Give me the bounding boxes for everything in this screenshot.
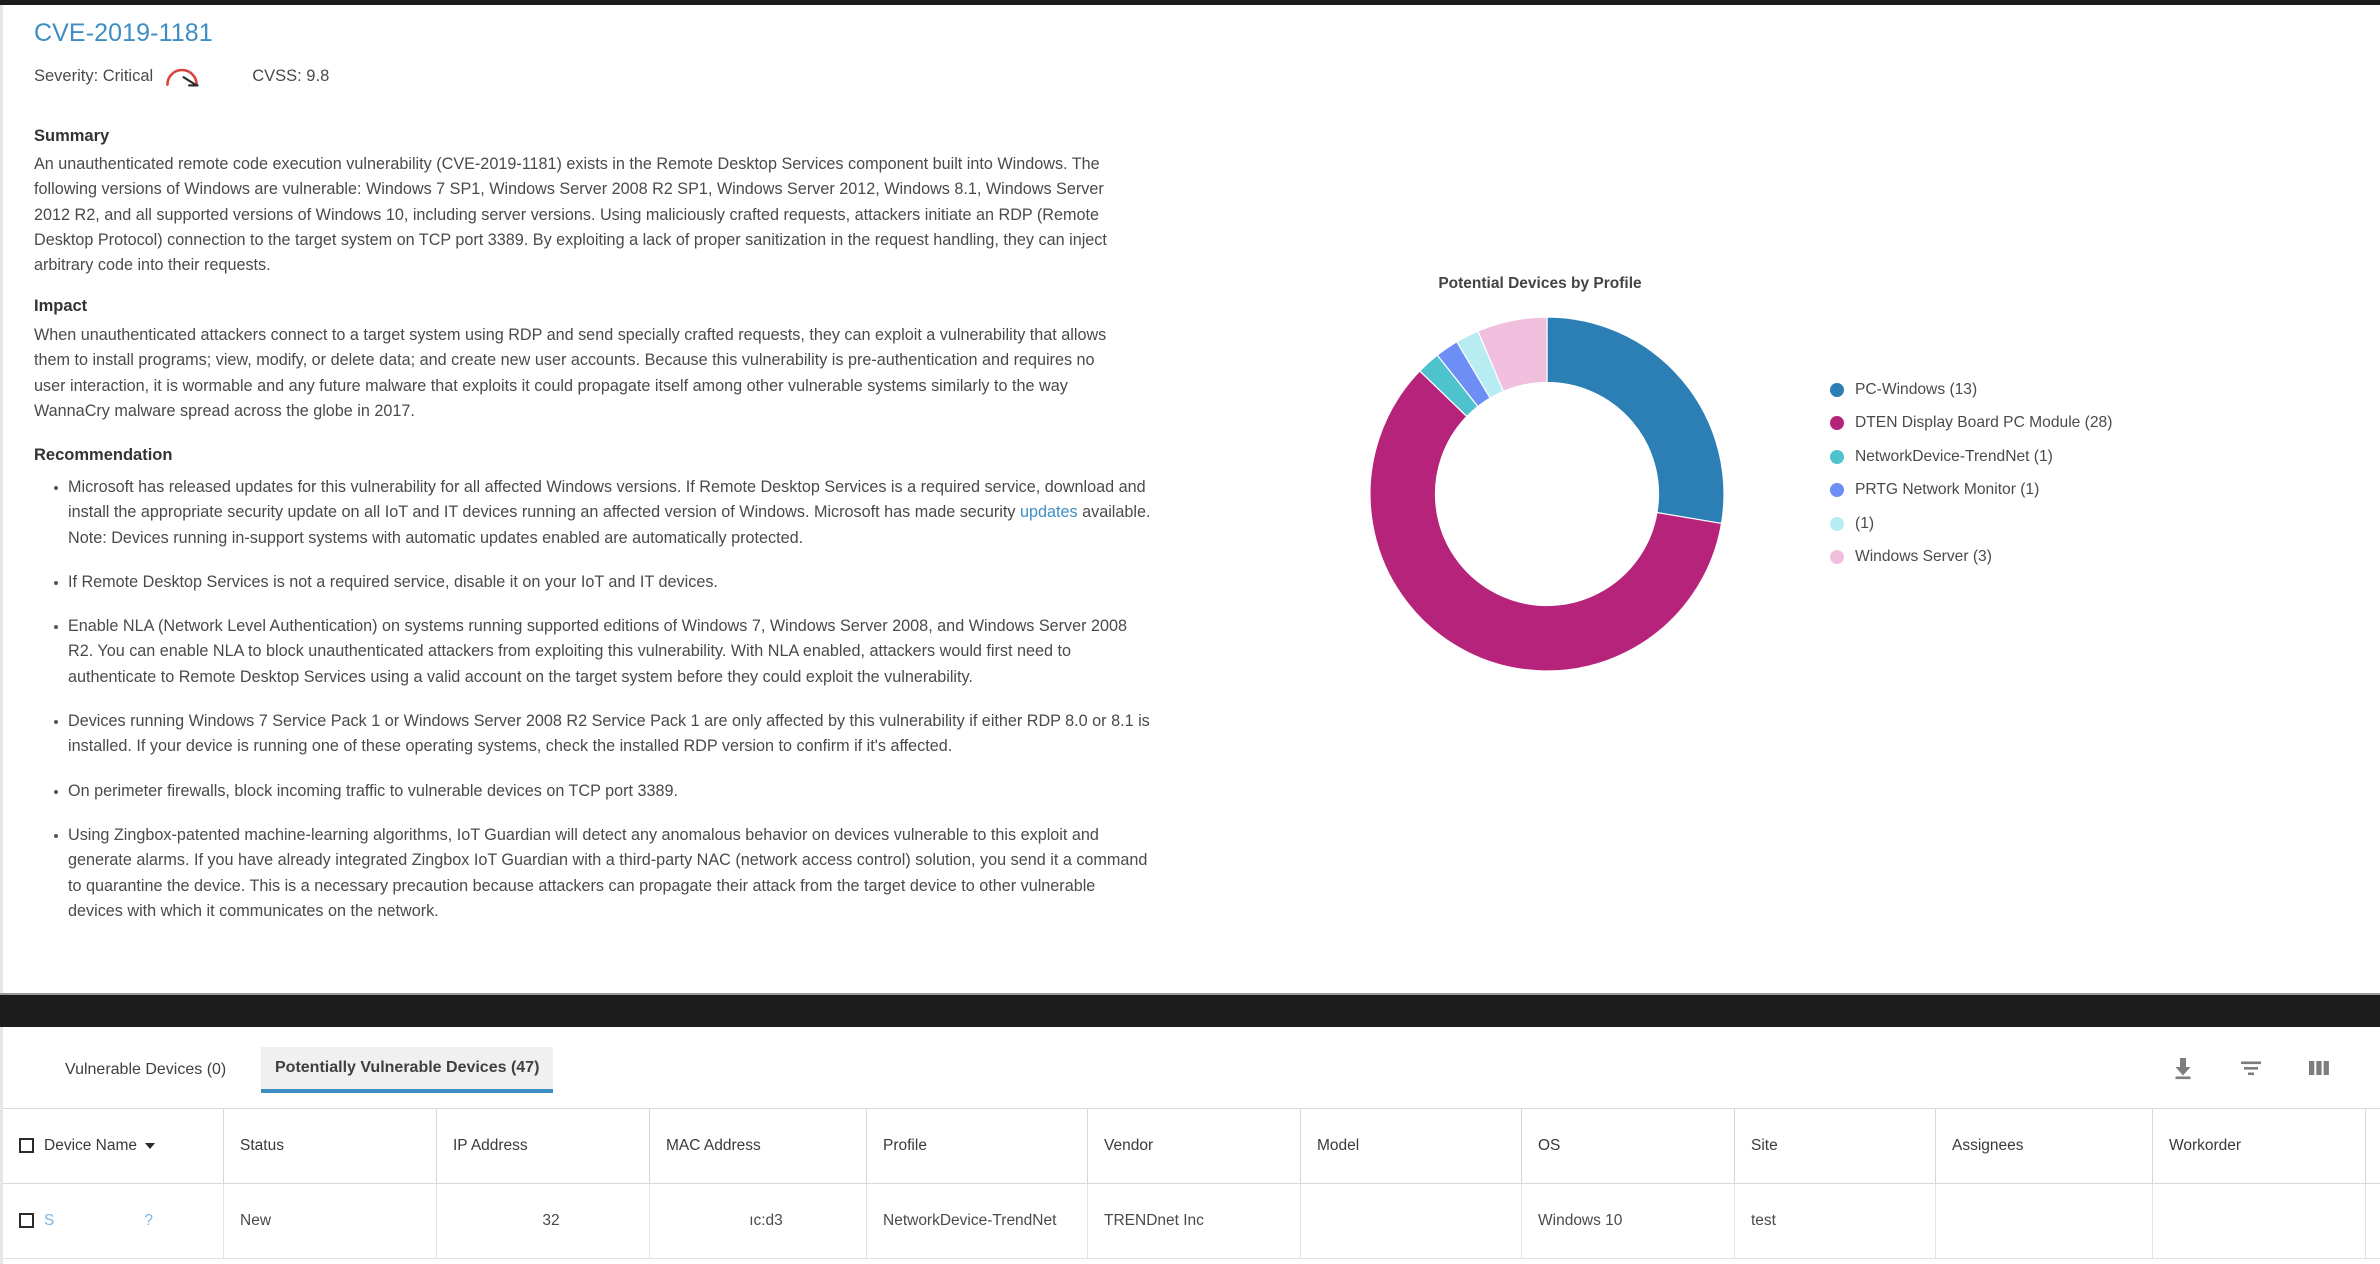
column-label: Device Name	[44, 1137, 138, 1154]
recommendation-list: Microsoft has released updates for this …	[34, 475, 1151, 943]
cell-last-activity: May 20, 2020, 10:09	[2365, 1183, 2380, 1259]
tab-vulnerable-devices[interactable]: Vulnerable Devices (0)	[51, 1047, 240, 1093]
column-header-status[interactable]: Status	[223, 1108, 437, 1184]
legend-swatch-icon	[1830, 416, 1844, 431]
recommendation-item: Devices running Windows 7 Service Pack 1…	[54, 709, 1151, 760]
cell-status: New	[223, 1183, 437, 1259]
legend-label: DTEN Display Board PC Module (28)	[1855, 414, 2113, 432]
cell-mac-address: ıc:d3	[649, 1183, 867, 1259]
cvss-label: CVSS: 9.8	[252, 66, 330, 85]
select-all-checkbox[interactable]	[19, 1138, 34, 1154]
column-header-workorder[interactable]: Workorder	[2152, 1108, 2366, 1184]
column-header-last-activity[interactable]: Last Activity	[2365, 1108, 2380, 1184]
recommendation-item: On perimeter firewalls, block incoming t…	[54, 779, 1151, 804]
recommendation-text: If Remote Desktop Services is not a requ…	[68, 572, 718, 591]
legend-swatch-icon	[1830, 382, 1844, 397]
table-row[interactable]: S? New 32 ıc:d3 NetworkDevice-TrendNet T…	[3, 1183, 2380, 1259]
severity-gauge-icon	[164, 65, 200, 87]
cell-profile: NetworkDevice-TrendNet	[866, 1183, 1088, 1259]
recommendation-text: Using Zingbox-patented machine-learning …	[68, 825, 1148, 920]
columns-icon[interactable]	[2306, 1055, 2332, 1081]
recommendation-text: Enable NLA (Network Level Authentication…	[68, 617, 1128, 686]
legend-item[interactable]: PC-Windows (13)	[1830, 373, 2112, 407]
device-name-link[interactable]: S	[44, 1212, 54, 1229]
column-header-model[interactable]: Model	[1300, 1108, 1522, 1184]
column-header-device-name[interactable]: Device Name	[3, 1108, 224, 1184]
legend-swatch-icon	[1830, 483, 1844, 498]
recommendation-item: Microsoft has released updates for this …	[54, 475, 1151, 551]
impact-heading: Impact	[34, 297, 88, 315]
cell-assignees	[1935, 1183, 2153, 1259]
row-checkbox[interactable]	[19, 1213, 34, 1229]
legend-item[interactable]: DTEN Display Board PC Module (28)	[1830, 407, 2112, 441]
tab-potentially-vulnerable-devices[interactable]: Potentially Vulnerable Devices (47)	[261, 1047, 554, 1093]
table-toolbar	[2170, 1055, 2332, 1081]
cell-ip-address: 32	[436, 1183, 650, 1259]
recommendation-text: On perimeter firewalls, block incoming t…	[68, 781, 679, 800]
device-name-link-suffix: ?	[144, 1212, 153, 1229]
legend-item[interactable]: NetworkDevice-TrendNet (1)	[1830, 440, 2112, 474]
legend-swatch-icon	[1830, 516, 1844, 531]
donut-slice[interactable]	[1546, 317, 1724, 525]
download-icon[interactable]	[2170, 1055, 2196, 1081]
updates-link[interactable]: updates	[1020, 503, 1078, 521]
column-header-site[interactable]: Site	[1734, 1108, 1936, 1184]
summary-text: An unauthenticated remote code execution…	[34, 155, 1107, 275]
impact-text: When unauthenticated attackers connect t…	[34, 326, 1107, 420]
donut-chart	[1370, 317, 1724, 671]
vulnerability-detail-pane: CVE-2019-1181 Severity: Critical CVSS: 9…	[0, 5, 2380, 993]
column-header-ip-address[interactable]: IP Address	[436, 1108, 650, 1184]
table-header-row: Device Name Status IP Address MAC Addres…	[3, 1108, 2380, 1184]
recommendation-text: Devices running Windows 7 Service Pack 1…	[68, 712, 1150, 756]
legend-item[interactable]: PRTG Network Monitor (1)	[1830, 474, 2112, 508]
chart-legend: PC-Windows (13) DTEN Display Board PC Mod…	[1830, 373, 2112, 574]
cve-id-title[interactable]: CVE-2019-1181	[34, 19, 213, 48]
filter-icon[interactable]	[2238, 1055, 2264, 1081]
column-header-os[interactable]: OS	[1521, 1108, 1735, 1184]
recommendation-text: Microsoft has released updates for this …	[68, 478, 1146, 522]
cve-detail-page: CVE-2019-1181 Severity: Critical CVSS: 9…	[0, 0, 2380, 1264]
legend-swatch-icon	[1830, 449, 1844, 464]
recommendation-item: If Remote Desktop Services is not a requ…	[54, 570, 1151, 595]
cell-site: test	[1734, 1183, 1936, 1259]
recommendation-heading: Recommendation	[34, 446, 173, 464]
column-header-mac-address[interactable]: MAC Address	[649, 1108, 867, 1184]
chart-title: Potential Devices by Profile	[1438, 275, 1642, 292]
cell-device-name[interactable]: S?	[3, 1183, 224, 1259]
legend-label: PC-Windows (13)	[1855, 380, 1978, 398]
severity-label: Severity: Critical	[34, 66, 154, 85]
legend-item[interactable]: Windows Server (3)	[1830, 541, 2112, 575]
devices-by-profile-chart: Potential Devices by Profile PC-Windows …	[1370, 275, 2330, 675]
recommendation-item: Enable NLA (Network Level Authentication…	[54, 614, 1151, 690]
cell-workorder	[2152, 1183, 2366, 1259]
recommendation-item: Using Zingbox-patented machine-learning …	[54, 823, 1151, 924]
legend-label: (1)	[1855, 514, 1875, 532]
legend-item[interactable]: (1)	[1830, 507, 2112, 541]
severity-meta-row: Severity: Critical CVSS: 9.8	[34, 65, 329, 87]
cell-vendor: TRENDnet Inc	[1087, 1183, 1301, 1259]
cell-os: Windows 10	[1521, 1183, 1735, 1259]
devices-tabbar: Vulnerable Devices (0) Potentially Vulne…	[3, 1027, 2380, 1105]
cell-model	[1300, 1183, 1522, 1259]
summary-heading: Summary	[34, 127, 110, 145]
column-header-vendor[interactable]: Vendor	[1087, 1108, 1301, 1184]
legend-label: NetworkDevice-TrendNet (1)	[1855, 447, 2053, 465]
devices-table: Device Name Status IP Address MAC Addres…	[3, 1108, 2380, 1259]
legend-label: PRTG Network Monitor (1)	[1855, 481, 2040, 499]
sort-descending-icon[interactable]	[145, 1142, 156, 1149]
column-header-assignees[interactable]: Assignees	[1935, 1108, 2153, 1184]
column-header-profile[interactable]: Profile	[866, 1108, 1088, 1184]
legend-swatch-icon	[1830, 550, 1844, 565]
legend-label: Windows Server (3)	[1855, 548, 1992, 566]
section-separator-band	[0, 993, 2380, 1027]
